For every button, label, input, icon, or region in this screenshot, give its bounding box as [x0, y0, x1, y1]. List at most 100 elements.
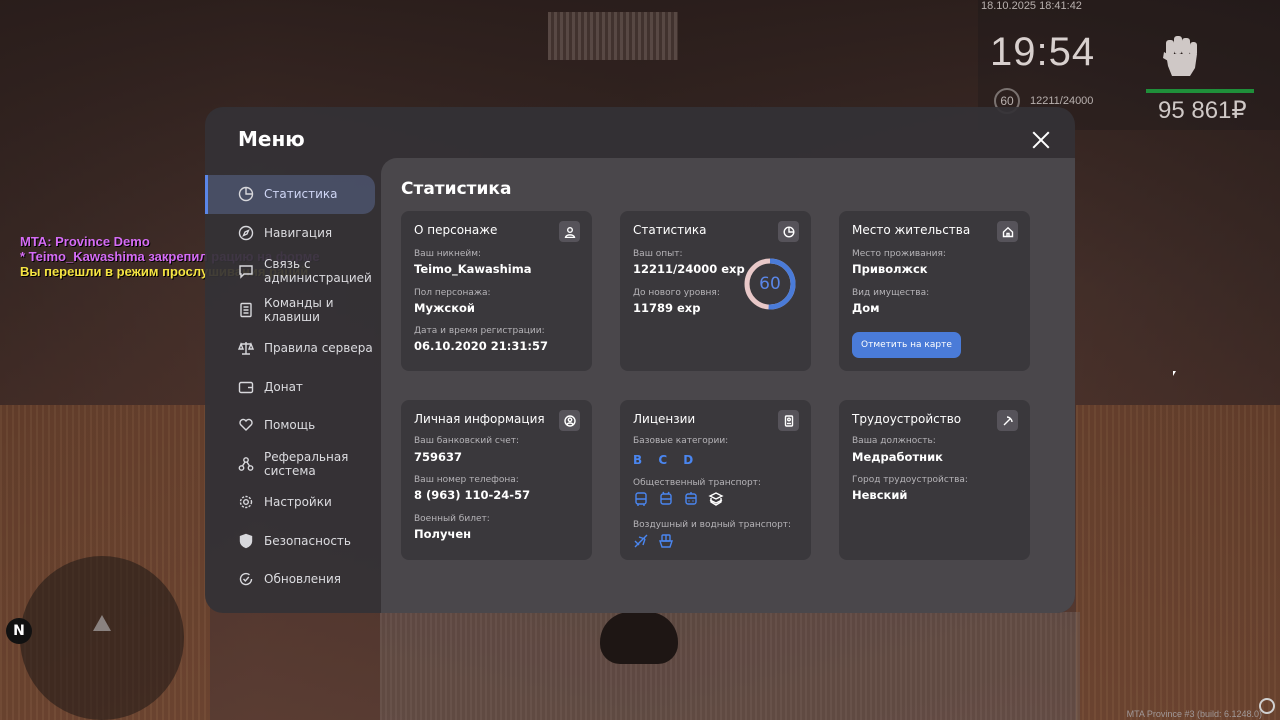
next-level-value: 11789 exp: [633, 301, 701, 315]
shield-icon: [238, 533, 254, 549]
residence-label: Место проживания:: [852, 249, 946, 259]
sidebar-item-label: Навигация: [264, 225, 333, 240]
public-transport-icons: [633, 491, 724, 507]
boat-icon: [659, 534, 673, 548]
floor-right: [1076, 405, 1280, 720]
air-water-transport-icons: [633, 533, 674, 549]
exp-value: 12211/24000 exp: [633, 262, 745, 276]
sidebar-item-label: Безопасность: [264, 533, 351, 548]
health-bar: [1146, 89, 1254, 93]
bank-value: 759637: [414, 450, 463, 464]
sidebar-item-label: Статистика: [264, 187, 338, 202]
air-water-transport-label: Воздушный и водный транспорт:: [633, 520, 792, 530]
compass-north-icon: N: [6, 618, 32, 644]
card-employment: Трудоустройство Ваша должность: Медработ…: [839, 400, 1030, 560]
card-title: Место жительства: [852, 223, 971, 237]
mouse-cursor-icon: [1173, 371, 1176, 376]
bus-icon: [635, 492, 647, 506]
hud-clock: 19:54: [990, 30, 1096, 74]
loading-icon: [1259, 698, 1275, 714]
airplane-icon: [634, 534, 648, 548]
health-bar-fill: [1146, 89, 1254, 93]
trolleybus-icon: [660, 491, 672, 505]
card-title: О персонаже: [414, 223, 498, 237]
scales-icon: [237, 340, 255, 356]
sidebar-item-rules[interactable]: Правила сервера: [205, 329, 381, 368]
menu-window: Меню Статистика Навигация Связь с админи…: [205, 107, 1075, 613]
property-value: Дом: [852, 301, 880, 315]
sidebar-item-label: Помощь: [264, 418, 316, 433]
wallet-icon: [238, 379, 254, 395]
content-title: Статистика: [401, 179, 512, 199]
update-icon: [238, 571, 254, 587]
exp-label: Ваш опыт:: [633, 249, 683, 259]
content-panel: Статистика О персонаже Ваш никнейм: Teim…: [381, 158, 1075, 613]
gear-icon: [238, 494, 254, 510]
position-value: Медработник: [852, 450, 943, 464]
menu-title: Меню: [238, 127, 305, 151]
sidebar: Статистика Навигация Связь с администрац…: [205, 175, 381, 599]
card-personal-info: Личная информация Ваш банковский счет: 7…: [401, 400, 592, 560]
card-residence: Место жительства Место проживания: Приво…: [839, 211, 1030, 371]
sidebar-item-security[interactable]: Безопасность: [205, 522, 381, 561]
user-circle-icon: [559, 410, 580, 431]
hud-datetime: 18.10.2025 18:41:42: [981, 0, 1082, 12]
sidebar-item-label: Связь с администрацией: [264, 257, 372, 286]
close-button[interactable]: [1028, 127, 1054, 153]
sidebar-item-label: Донат: [264, 379, 303, 394]
card-title: Лицензии: [633, 412, 696, 426]
work-city-value: Невский: [852, 488, 908, 502]
level-value: 60: [759, 274, 781, 294]
public-transport-label: Общественный транспорт:: [633, 478, 761, 488]
build-info: MTA Province #3 (build: 6.1248.0): [1126, 709, 1262, 719]
license-icon: [778, 410, 799, 431]
phone-value: 8 (963) 110-24-57: [414, 488, 531, 502]
card-title: Личная информация: [414, 412, 545, 426]
mark-on-map-button[interactable]: Отметить на карте: [852, 332, 961, 358]
bank-label: Ваш банковский счет:: [414, 436, 520, 446]
chart-pie-icon: [778, 221, 799, 242]
sidebar-item-updates[interactable]: Обновления: [205, 560, 381, 599]
sidebar-item-commands[interactable]: Команды и клавиши: [205, 291, 381, 330]
document-icon: [238, 302, 254, 318]
sidebar-item-donate[interactable]: Донат: [205, 368, 381, 407]
chat-icon: [238, 263, 254, 279]
nickname-value: Teimo_Kawashima: [414, 262, 532, 276]
ceiling-vent: [548, 12, 678, 60]
sidebar-item-label: Реферальная система: [264, 449, 349, 478]
sidebar-item-label: Настройки: [264, 495, 332, 510]
sidebar-item-help[interactable]: Помощь: [205, 406, 381, 445]
minimap: [20, 556, 184, 720]
sidebar-item-settings[interactable]: Настройки: [205, 483, 381, 522]
work-city-label: Город трудоустройства:: [852, 475, 968, 485]
player-character: [600, 612, 678, 664]
registration-value: 06.10.2020 21:31:57: [414, 339, 548, 353]
metro-icon: [708, 492, 724, 506]
military-label: Военный билет:: [414, 514, 490, 524]
home-icon: [997, 221, 1018, 242]
user-icon: [559, 221, 580, 242]
compass-icon: [238, 225, 254, 241]
phone-label: Ваш номер телефона:: [414, 475, 519, 485]
floor-center: [380, 612, 1080, 720]
card-title: Статистика: [633, 223, 707, 237]
registration-label: Дата и время регистрации:: [414, 326, 545, 336]
position-label: Ваша должность:: [852, 436, 936, 446]
gender-value: Мужской: [414, 301, 475, 315]
military-value: Получен: [414, 527, 472, 541]
sidebar-item-referral[interactable]: Реферальная система: [205, 445, 381, 484]
sidebar-item-label: Команды и клавиши: [264, 295, 334, 324]
license-categories: B C D: [633, 453, 700, 467]
sidebar-item-statistics[interactable]: Статистика: [205, 175, 375, 214]
fist-icon: [1163, 36, 1197, 76]
referral-icon: [238, 456, 254, 472]
card-character: О персонаже Ваш никнейм: Teimo_Kawashima…: [401, 211, 592, 371]
property-label: Вид имущества:: [852, 288, 930, 298]
base-categories-label: Базовые категории:: [633, 436, 729, 446]
card-title: Трудоустройство: [852, 412, 962, 426]
sidebar-item-admin-contact[interactable]: Связь с администрацией: [205, 252, 381, 291]
heart-hand-icon: [238, 417, 254, 433]
gender-label: Пол персонажа:: [414, 288, 491, 298]
nickname-label: Ваш никнейм:: [414, 249, 482, 259]
sidebar-item-navigation[interactable]: Навигация: [205, 214, 381, 253]
